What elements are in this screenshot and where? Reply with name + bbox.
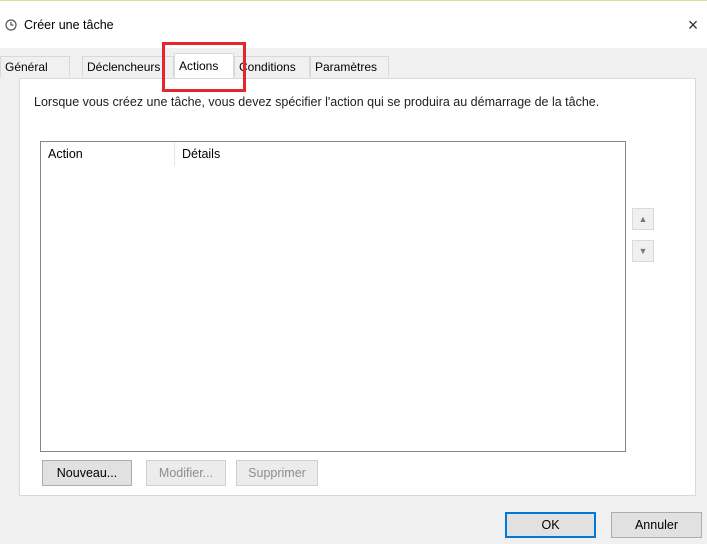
title-bar: Créer une tâche × bbox=[0, 0, 707, 48]
move-up-button[interactable]: ▲ bbox=[632, 208, 654, 230]
window-title: Créer une tâche bbox=[24, 18, 114, 32]
ok-button[interactable]: OK bbox=[505, 512, 596, 538]
delete-action-button[interactable]: Supprimer bbox=[236, 460, 318, 486]
move-down-button[interactable]: ▼ bbox=[632, 240, 654, 262]
tab-general[interactable]: Général bbox=[0, 56, 70, 77]
actions-description: Lorsque vous créez une tâche, vous devez… bbox=[34, 95, 600, 109]
actions-list[interactable]: Action Détails bbox=[40, 141, 626, 452]
tab-settings[interactable]: Paramètres bbox=[310, 56, 389, 77]
cancel-button[interactable]: Annuler bbox=[611, 512, 702, 538]
arrow-up-icon: ▲ bbox=[638, 214, 648, 224]
new-action-button[interactable]: Nouveau... bbox=[42, 460, 132, 486]
arrow-down-icon: ▼ bbox=[638, 246, 648, 256]
column-separator[interactable] bbox=[174, 142, 175, 166]
clock-icon bbox=[5, 19, 17, 31]
column-header-action[interactable]: Action bbox=[48, 147, 83, 161]
modify-action-button[interactable]: Modifier... bbox=[146, 460, 226, 486]
close-icon[interactable]: × bbox=[679, 10, 707, 40]
column-header-details[interactable]: Détails bbox=[182, 147, 220, 161]
tab-bar: Général Déclencheurs Actions Conditions … bbox=[0, 53, 707, 78]
actions-panel: Lorsque vous créez une tâche, vous devez… bbox=[19, 78, 696, 496]
annotation-highlight bbox=[162, 42, 246, 92]
tab-triggers[interactable]: Déclencheurs bbox=[82, 56, 174, 77]
